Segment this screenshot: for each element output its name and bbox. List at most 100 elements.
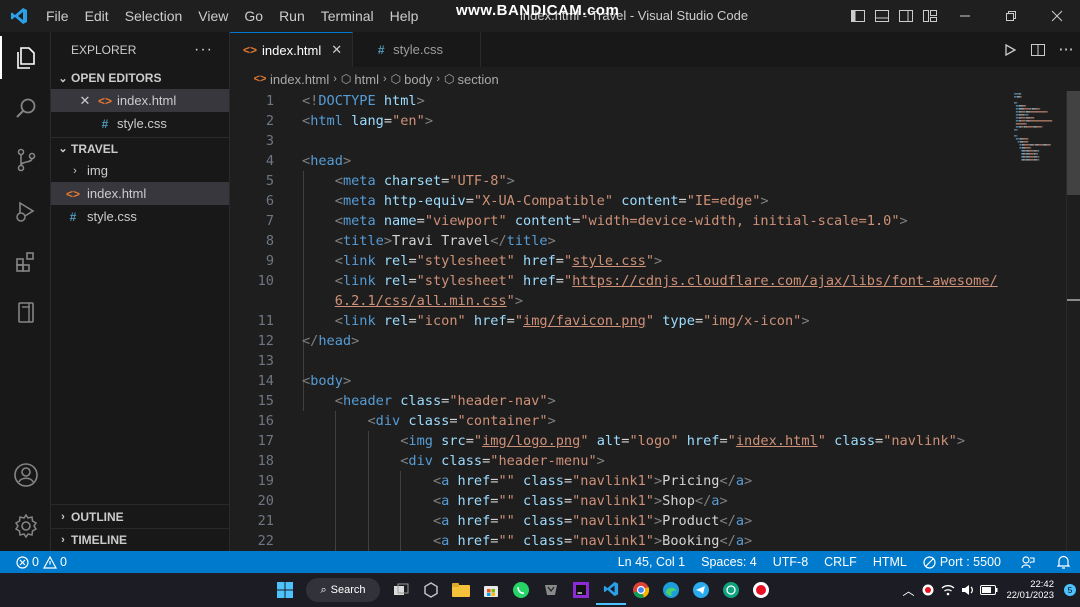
menu-go[interactable]: Go	[236, 0, 271, 32]
outline-header[interactable]: › OUTLINE	[51, 505, 230, 528]
restore-icon[interactable]	[988, 0, 1034, 32]
timeline-header[interactable]: › TIMELINE	[51, 528, 230, 551]
toggle-sidebar-icon[interactable]	[846, 0, 870, 32]
taskbar-clock[interactable]: 22:42 22/01/2023	[1000, 579, 1060, 601]
breadcrumb-item[interactable]: section	[457, 72, 498, 87]
feedback-icon[interactable]	[1009, 551, 1047, 573]
run-debug-icon[interactable]	[0, 185, 51, 236]
more-actions-icon[interactable]: ···	[194, 41, 213, 59]
close-window-icon[interactable]	[1034, 0, 1080, 32]
notifications-bell-icon[interactable]	[1047, 551, 1080, 573]
tab-style-css[interactable]: # style.css	[353, 32, 482, 67]
toggle-panel-icon[interactable]	[870, 0, 894, 32]
problems-indicator[interactable]: 0 0	[16, 551, 75, 573]
app-icon[interactable]	[536, 575, 566, 605]
menu-selection[interactable]: Selection	[117, 0, 191, 32]
tree-item-style[interactable]: # style.css	[51, 205, 229, 228]
code-line[interactable]: 6.2.1/css/all.min.css">	[302, 291, 523, 311]
encoding[interactable]: UTF-8	[765, 551, 816, 573]
tab-index-html[interactable]: <> index.html ✕	[230, 32, 354, 67]
chevron-up-icon[interactable]: ︿	[898, 575, 918, 605]
minimize-icon[interactable]	[942, 0, 988, 32]
code-line[interactable]: <title>Travi Travel</title>	[302, 231, 556, 251]
code-line[interactable]: <link rel="stylesheet" href="https://cdn…	[302, 271, 998, 291]
tree-item-img[interactable]: › img	[51, 159, 229, 182]
split-editor-icon[interactable]	[1024, 32, 1052, 67]
code-line[interactable]: <a href="" class="navlink1">Shop</a>	[302, 491, 728, 511]
notification-badge-icon[interactable]: 5	[1060, 575, 1080, 605]
code-line[interactable]: <header class="header-nav">	[302, 391, 556, 411]
whatsapp-icon[interactable]	[506, 575, 536, 605]
volume-icon[interactable]	[958, 575, 978, 605]
store-icon[interactable]	[476, 575, 506, 605]
language-mode[interactable]: HTML	[865, 551, 915, 573]
source-control-icon[interactable]	[0, 134, 51, 185]
code-line[interactable]: <a href="" class="navlink1">Product</a>	[302, 511, 752, 531]
minimap[interactable]	[1010, 91, 1066, 551]
code-line[interactable]: <meta http-equiv="X-UA-Compatible" conte…	[302, 191, 769, 211]
extensions-icon[interactable]	[0, 236, 51, 287]
chrome-icon[interactable]	[626, 575, 656, 605]
indentation[interactable]: Spaces: 4	[693, 551, 765, 573]
code-line[interactable]: <a href="" class="navlink1">Pricing</a>	[302, 471, 752, 491]
chatgpt-icon[interactable]	[716, 575, 746, 605]
explorer-icon[interactable]	[0, 32, 51, 83]
more-actions-icon[interactable]: ···	[1052, 32, 1080, 67]
code-line[interactable]: <link rel="icon" href="img/favicon.png" …	[302, 311, 810, 331]
close-icon[interactable]: ✕	[331, 42, 342, 58]
code-line[interactable]: <link rel="stylesheet" href="style.css">	[302, 251, 662, 271]
code-line[interactable]: <meta name="viewport" content="width=dev…	[302, 211, 908, 231]
search-icon[interactable]	[0, 83, 51, 134]
end-of-line[interactable]: CRLF	[816, 551, 865, 573]
customize-layout-icon[interactable]	[918, 0, 942, 32]
run-play-icon[interactable]	[996, 32, 1024, 67]
wifi-icon[interactable]	[938, 575, 958, 605]
code-line[interactable]: </head>	[302, 331, 359, 351]
vertical-scrollbar[interactable]	[1066, 91, 1080, 551]
live-server-port[interactable]: Port : 5500	[915, 551, 1009, 573]
open-editor-item-style[interactable]: # style.css	[51, 112, 229, 135]
menu-help[interactable]: Help	[382, 0, 427, 32]
tree-item-index[interactable]: <> index.html	[51, 182, 229, 205]
widgets-icon[interactable]	[416, 575, 446, 605]
code-line[interactable]: <head>	[302, 151, 351, 171]
travel-folder-header[interactable]: ⌄ TRAVEL	[51, 137, 229, 159]
menu-edit[interactable]: Edit	[77, 0, 117, 32]
code-line[interactable]: <img src="img/logo.png" alt="logo" href=…	[302, 431, 965, 451]
settings-gear-icon[interactable]	[0, 500, 51, 551]
code-line[interactable]: <html lang="en">	[302, 111, 433, 131]
close-icon[interactable]: ✕	[77, 93, 93, 109]
menu-file[interactable]: File	[38, 0, 77, 32]
breadcrumb-item[interactable]: body	[404, 72, 432, 87]
vscode-taskbar-icon[interactable]	[596, 575, 626, 605]
menu-view[interactable]: View	[190, 0, 236, 32]
battery-icon[interactable]	[978, 575, 1000, 605]
accounts-icon[interactable]	[0, 449, 51, 500]
code-line[interactable]: <div class="container">	[302, 411, 555, 431]
open-editor-item-index[interactable]: ✕ <> index.html	[51, 89, 229, 112]
remote-explorer-icon[interactable]	[0, 287, 51, 338]
breadcrumb-item[interactable]: index.html	[270, 72, 329, 87]
edge-icon[interactable]	[656, 575, 686, 605]
record-tray-icon[interactable]	[918, 575, 938, 605]
telegram-icon[interactable]	[686, 575, 716, 605]
scrollbar-thumb[interactable]	[1067, 91, 1080, 195]
bandicam-record-icon[interactable]	[746, 575, 776, 605]
breadcrumb-item[interactable]: html	[354, 72, 379, 87]
code-line[interactable]: <meta charset="UTF-8">	[302, 171, 515, 191]
menu-run[interactable]: Run	[271, 0, 313, 32]
open-editors-header[interactable]: ⌄ OPEN EDITORS	[51, 67, 229, 89]
code-line[interactable]: <a href="" class="navlink1">Booking</a>	[302, 531, 752, 551]
task-view-icon[interactable]	[386, 575, 416, 605]
cursor-position[interactable]: Ln 45, Col 1	[610, 551, 693, 573]
start-windows-icon[interactable]	[270, 575, 300, 605]
file-explorer-icon[interactable]	[446, 575, 476, 605]
jetbrains-icon[interactable]	[566, 575, 596, 605]
menu-terminal[interactable]: Terminal	[313, 0, 382, 32]
code-line[interactable]: <!DOCTYPE html>	[302, 91, 425, 111]
code-line[interactable]: <div class="header-menu">	[302, 451, 605, 471]
code-line[interactable]: <body>	[302, 371, 351, 391]
code-editor[interactable]: 1 <!DOCTYPE html> 2 <html lang="en"> 3 4 <head…	[230, 91, 1010, 551]
toggle-secondary-sidebar-icon[interactable]	[894, 0, 918, 32]
taskbar-search[interactable]: ⌕ Search	[306, 578, 380, 602]
